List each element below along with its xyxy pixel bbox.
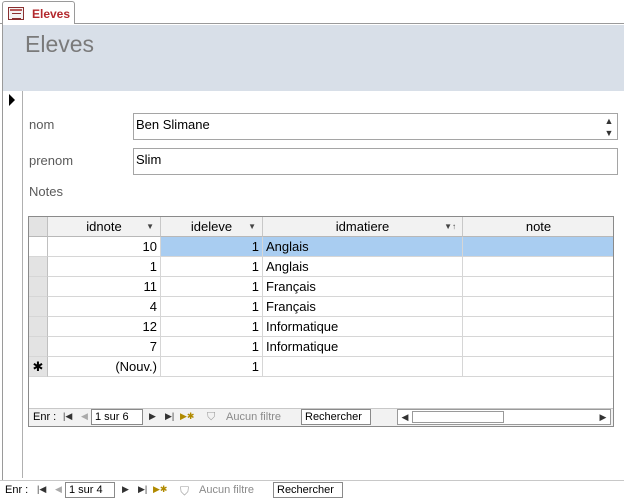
record-label: Enr :: [5, 484, 29, 496]
prenom-value: Slim: [136, 152, 162, 167]
col-idnote[interactable]: idnote ▼: [48, 217, 161, 237]
cell-note[interactable]: [463, 257, 613, 277]
new-record-icon[interactable]: ✱: [29, 357, 48, 377]
cell-ideleve[interactable]: 1: [161, 337, 263, 357]
record-selector[interactable]: [3, 91, 23, 478]
select-all-corner[interactable]: [29, 217, 48, 237]
cell-note[interactable]: [463, 277, 613, 297]
filter-status[interactable]: Aucun filtre: [199, 484, 254, 496]
previous-record-icon[interactable]: ◀: [81, 411, 88, 422]
scroll-up-icon[interactable]: ▲: [602, 115, 616, 127]
record-number-input[interactable]: 1 sur 4: [65, 482, 115, 498]
nom-value: Ben Slimane: [136, 117, 210, 132]
row-selector[interactable]: [29, 237, 48, 257]
next-record-icon[interactable]: ▶: [149, 411, 156, 422]
row-selector[interactable]: [29, 277, 48, 297]
current-record-arrow-icon: [9, 94, 15, 106]
cell-idmatiere[interactable]: Anglais: [263, 237, 463, 257]
cell-idnote[interactable]: 12: [48, 317, 161, 337]
cell-note[interactable]: [463, 337, 613, 357]
next-record-icon[interactable]: ▶: [122, 484, 129, 495]
cell-ideleve[interactable]: 1: [161, 257, 263, 277]
scroll-left-icon[interactable]: ◀: [398, 410, 412, 424]
cell-idmatiere[interactable]: Français: [263, 277, 463, 297]
nom-field[interactable]: Ben Slimane ▲ ▼: [133, 113, 618, 140]
tab-eleves[interactable]: Eleves: [2, 1, 75, 25]
main-record-navigator: Enr : |◀ ◀ 1 sur 4 ▶ ▶| ▶✱ ⛉ Aucun filtr…: [0, 480, 624, 502]
cell-idnote[interactable]: 7: [48, 337, 161, 357]
first-record-icon[interactable]: |◀: [63, 411, 72, 422]
last-record-icon[interactable]: ▶|: [165, 411, 174, 422]
cell-idnote[interactable]: 10: [48, 237, 161, 257]
prenom-field[interactable]: Slim: [133, 148, 618, 175]
cell-idnote[interactable]: 1: [48, 257, 161, 277]
cell-ideleve[interactable]: 1: [161, 237, 263, 257]
scroll-right-icon[interactable]: ▶: [596, 410, 610, 424]
notes-label: Notes: [29, 184, 63, 199]
nom-scroll[interactable]: ▲ ▼: [602, 115, 616, 139]
prenom-label: prenom: [29, 153, 74, 168]
sort-dropdown-icon[interactable]: ▼↑: [444, 217, 456, 236]
col-idmatiere[interactable]: idmatiere ▼↑: [263, 217, 463, 237]
cell-idnote[interactable]: 11: [48, 277, 161, 297]
cell-idmatiere[interactable]: Français: [263, 297, 463, 317]
search-input[interactable]: Rechercher: [301, 409, 371, 425]
horizontal-scrollbar[interactable]: ◀ ▶: [397, 409, 611, 425]
scroll-thumb[interactable]: [412, 411, 504, 423]
new-record-icon[interactable]: ▶✱: [180, 411, 194, 422]
cell-idmatiere[interactable]: Informatique: [263, 317, 463, 337]
cell-idmatiere[interactable]: Anglais: [263, 257, 463, 277]
row-selector[interactable]: [29, 297, 48, 317]
cell-idmatiere[interactable]: Informatique: [263, 337, 463, 357]
tab-label: Eleves: [32, 7, 71, 21]
record-number-input[interactable]: 1 sur 6: [91, 409, 143, 425]
col-ideleve[interactable]: ideleve ▼: [161, 217, 263, 237]
cell-note[interactable]: [463, 317, 613, 337]
search-input[interactable]: Rechercher: [273, 482, 343, 498]
filter-status[interactable]: Aucun filtre: [226, 411, 281, 423]
cell-ideleve[interactable]: 1: [161, 317, 263, 337]
cell-note[interactable]: [463, 237, 613, 257]
record-label: Enr :: [33, 411, 57, 423]
form-header: [3, 25, 624, 91]
last-record-icon[interactable]: ▶|: [138, 484, 147, 495]
scroll-down-icon[interactable]: ▼: [602, 127, 616, 139]
previous-record-icon[interactable]: ◀: [55, 484, 62, 495]
page-title: Eleves: [25, 31, 95, 57]
filter-icon: ⛉: [207, 411, 216, 423]
notes-subform[interactable]: idnote ▼ ideleve ▼ idmatiere ▼↑ note 10 1 A…: [28, 216, 614, 427]
dropdown-icon[interactable]: ▼: [146, 217, 154, 236]
cell-note[interactable]: [463, 357, 613, 377]
row-selector[interactable]: [29, 317, 48, 337]
col-note[interactable]: note: [463, 217, 613, 237]
nom-label: nom: [29, 117, 55, 132]
cell-idnote[interactable]: (Nouv.): [48, 357, 161, 377]
cell-idnote[interactable]: 4: [48, 297, 161, 317]
cell-note[interactable]: [463, 297, 613, 317]
subform-record-navigator: Enr : |◀ ◀ 1 sur 6 ▶ ▶| ▶✱ ⛉ Aucun filtr…: [29, 408, 613, 426]
row-selector[interactable]: [29, 337, 48, 357]
cell-ideleve[interactable]: 1: [161, 297, 263, 317]
cell-ideleve[interactable]: 1: [161, 277, 263, 297]
new-record-icon[interactable]: ▶✱: [153, 484, 167, 495]
cell-ideleve[interactable]: 1: [161, 357, 263, 377]
dropdown-icon[interactable]: ▼: [248, 217, 256, 236]
row-selector[interactable]: [29, 257, 48, 277]
form-icon: [8, 7, 24, 20]
first-record-icon[interactable]: |◀: [37, 484, 46, 495]
filter-icon: ⛉: [180, 484, 190, 498]
cell-idmatiere[interactable]: [263, 357, 463, 377]
document-tab-strip: Eleves: [0, 0, 624, 25]
